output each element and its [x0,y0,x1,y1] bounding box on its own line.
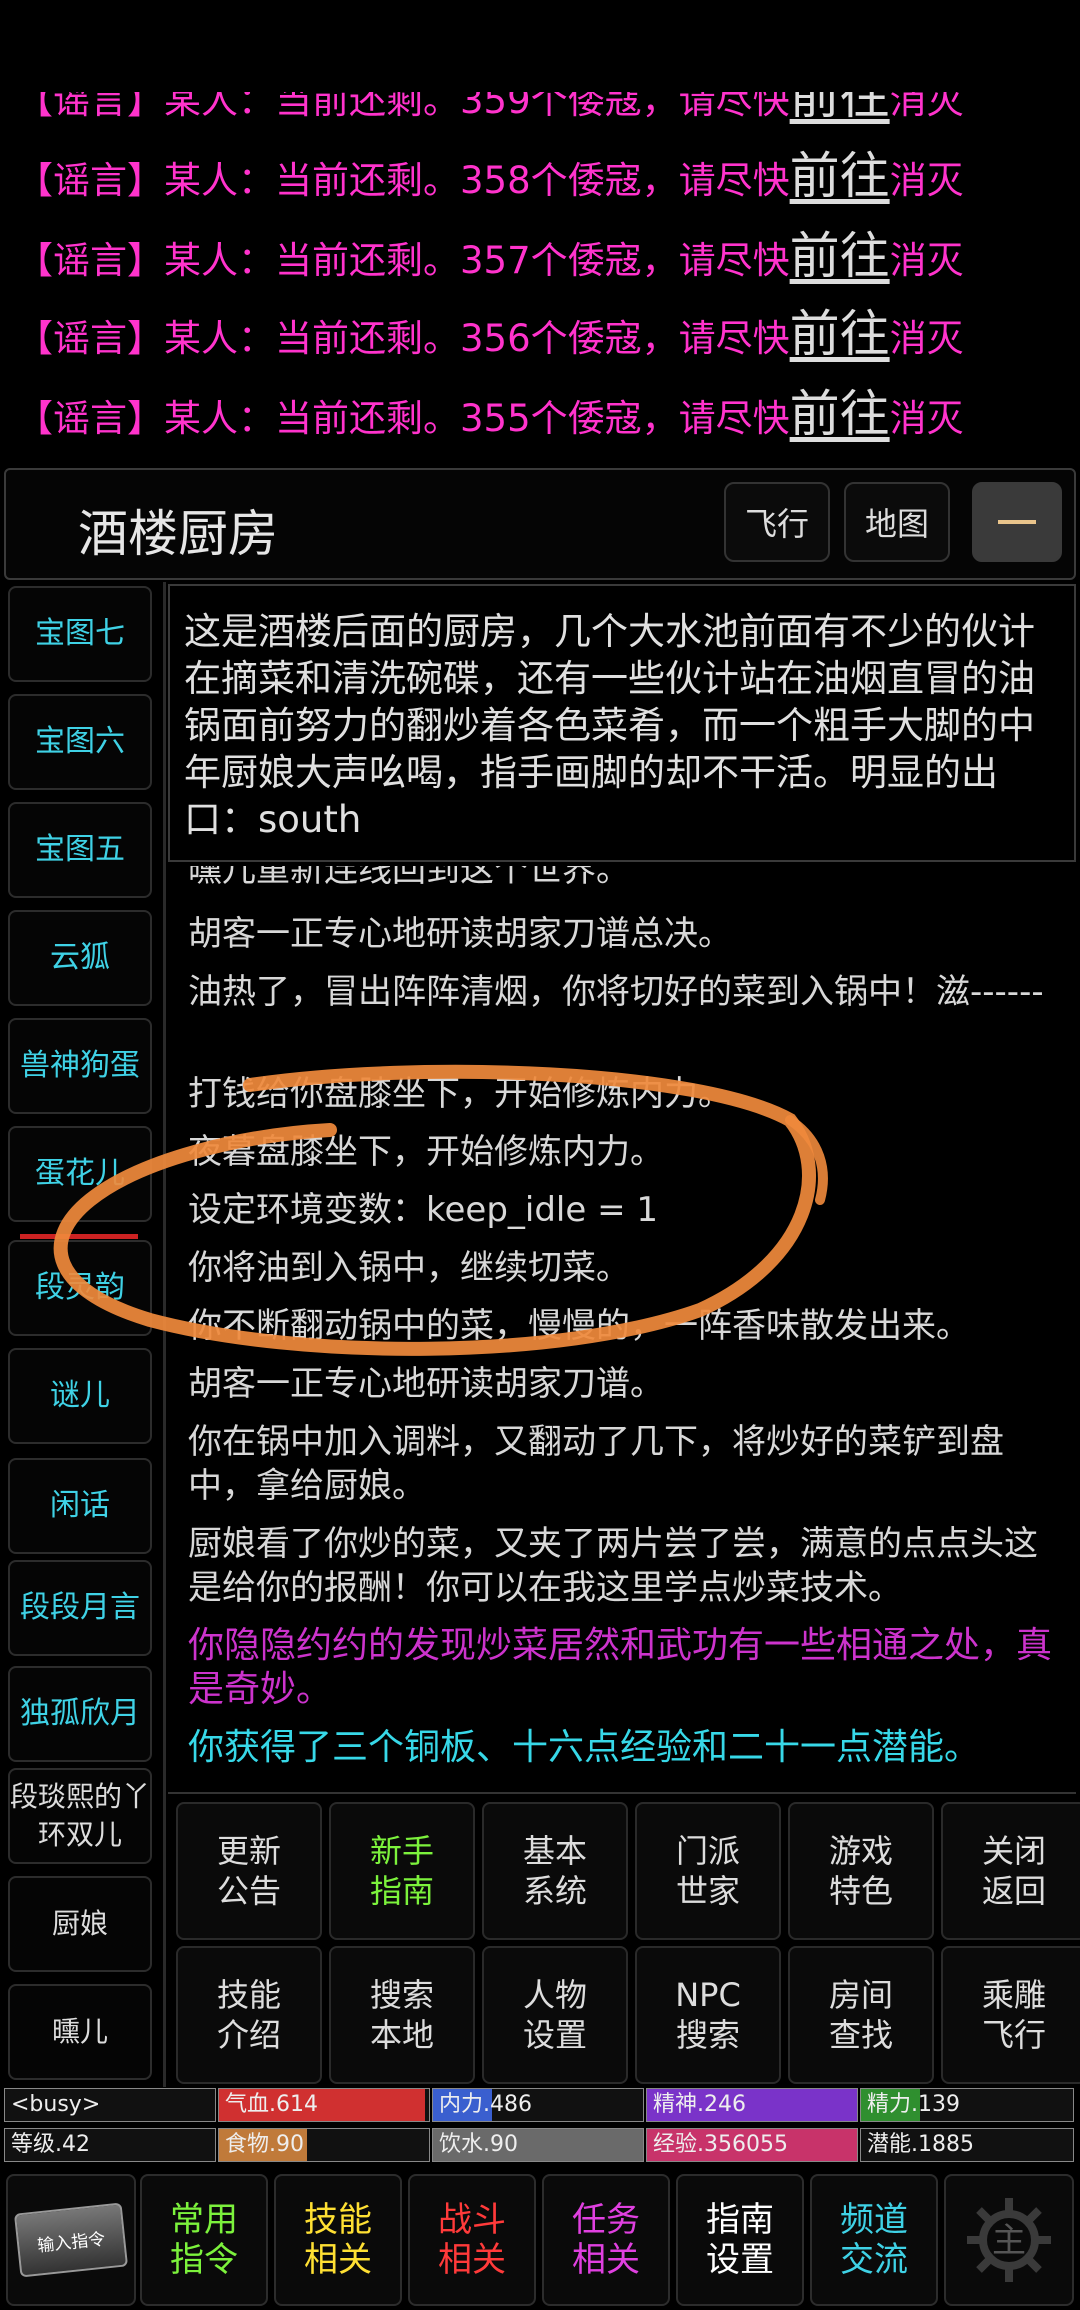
tab-channels[interactable]: 频道 交流 [810,2174,938,2306]
go-link[interactable]: 前往 [790,227,890,285]
input-command-button[interactable]: 输入指令 [6,2174,136,2306]
log-message: 你将油到入锅中，继续切菜。 [188,1248,630,1288]
menu-button[interactable]: 基本 系统 [482,1802,628,1940]
go-link[interactable]: 前往 [790,147,890,205]
sidebar-item[interactable]: 厨娘 [8,1876,152,1972]
level-status: 等级.42 [4,2128,216,2162]
tab-common-commands[interactable]: 常用 指令 [140,2174,268,2306]
food-bar: 食物.90 [218,2128,430,2162]
tab-guide-settings[interactable]: 指南 设置 [676,2174,804,2306]
rumor-line: 【谣言】某人：当前还剩。355个倭寇，请尽快前往消灭 [16,385,964,443]
room-description: 这是酒楼后面的厨房，几个大水池前面有不少的伙计在摘菜和清洗碗碟，还有一些伙计站在… [168,584,1076,862]
sidebar-item[interactable]: 段灵韵 [8,1240,152,1336]
go-link[interactable]: 前往 [790,385,890,443]
menu-button[interactable]: 房间 查找 [788,1946,934,2084]
rumor-panel: 【谣言】某人：当前还剩。359个倭寇，请尽快前往消灭 【谣言】某人：当前还剩。3… [0,92,1080,462]
log-message: 夜暮盘膝坐下，开始修炼内力。 [188,1132,664,1172]
menu-button[interactable]: 更新 公告 [176,1802,322,1940]
sidebar-item[interactable]: 宝图五 [8,802,152,898]
menu-button[interactable]: 新手 指南 [329,1802,475,1940]
menu-button[interactable]: 门派 世家 [635,1802,781,1940]
log-message: 你在锅中加入调料，又翻动了几下，将炒好的菜铲到盘中，拿给厨娘。 [188,1422,1004,1506]
gear-icon: 主 [967,2198,1051,2282]
log-message: 厨娘看了你炒的菜，又夹了两片尝了尝，满意的点点头这是给你的报酬！你可以在我这里学… [188,1524,1038,1608]
keyboard-key-icon: 输入指令 [13,2202,129,2278]
log-message: 打钱给你盘膝坐下，开始修炼内力。 [188,1074,732,1114]
log-message: 胡客一正专心地研读胡家刀谱。 [188,1364,664,1404]
log-message: 你不断翻动锅中的菜，慢慢的，一阵香味散发出来。 [188,1306,970,1346]
log-message: 曛儿重新连线回到这个世界。 [188,866,630,890]
rumor-line: 【谣言】某人：当前还剩。359个倭寇，请尽快前往消灭 [16,92,964,125]
log-message-highlight: 你隐隐约约的发现炒菜居然和武功有一些相通之处，真是奇妙。 [188,1625,1053,1710]
menu-button[interactable]: 技能 介绍 [176,1946,322,2084]
room-header: 酒楼厨房 飞行 地图 [4,468,1076,580]
log-message: 胡客一正专心地研读胡家刀谱总决。 [188,914,732,954]
sidebar-item[interactable]: 宝图六 [8,694,152,790]
selection-indicator [20,1234,138,1239]
message-log[interactable]: 曛儿重新连线回到这个世界。 胡客一正专心地研读胡家刀谱总决。 油热了，冒出阵阵清… [168,866,1076,1786]
go-link[interactable]: 前往 [790,92,890,125]
spirit-bar: 精神.246 [646,2088,858,2122]
potential-bar: 潜能.1885 [860,2128,1074,2162]
settings-button[interactable]: 主 [944,2174,1074,2306]
sidebar-item[interactable]: 闲话 [8,1458,152,1554]
exp-bar: 经验.356055 [646,2128,858,2162]
hp-bar: 气血.614 [218,2088,430,2122]
sidebar-item[interactable]: 段段月言 [8,1560,152,1656]
sidebar-item[interactable]: 宝图七 [8,586,152,682]
water-bar: 饮水.90 [432,2128,644,2162]
sidebar-item[interactable]: 曛儿 [8,1984,152,2080]
sidebar-item[interactable]: 蛋花儿 [8,1126,152,1222]
bottom-tab-bar: 输入指令 常用 指令 技能 相关 战斗 相关 任务 相关 指南 设置 频道 交流 主 [0,2166,1080,2310]
tab-quests[interactable]: 任务 相关 [542,2174,670,2306]
tab-skills[interactable]: 技能 相关 [274,2174,402,2306]
rumor-line: 【谣言】某人：当前还剩。358个倭寇，请尽快前往消灭 [16,147,964,205]
menu-button[interactable]: 人物 设置 [482,1946,628,2084]
svg-text:主: 主 [992,2221,1026,2261]
minus-icon [998,520,1036,524]
tab-combat[interactable]: 战斗 相关 [408,2174,536,2306]
rumor-line: 【谣言】某人：当前还剩。357个倭寇，请尽快前往消灭 [16,227,964,285]
room-title: 酒楼厨房 [78,505,278,563]
log-message: 油热了，冒出阵阵清烟，你将切好的菜到入锅中！滋------ [188,972,1044,1012]
sidebar-item[interactable]: 独孤欣月 [8,1666,152,1762]
menu-button[interactable]: 搜索 本地 [329,1946,475,2084]
log-message-reward: 你获得了三个铜板、十六点经验和二十一点潜能。 [188,1727,981,1768]
menu-button[interactable]: NPC 搜索 [635,1946,781,2084]
menu-grid: 更新 公告 新手 指南 基本 系统 门派 世家 游戏 特色 关闭 返回 技能 介绍 搜索 本地 … [168,1792,1080,2084]
sidebar-divider [163,582,166,2087]
neili-bar: 内力.486 [432,2088,644,2122]
map-button[interactable]: 地图 [844,482,950,562]
energy-bar: 精力.139 [860,2088,1074,2122]
go-link[interactable]: 前往 [790,305,890,363]
close-return-button[interactable]: 关闭 返回 [941,1802,1080,1940]
sidebar-item[interactable]: 谜儿 [8,1348,152,1444]
menu-button[interactable]: 乘雕 飞行 [941,1946,1080,2084]
fly-button[interactable]: 飞行 [724,482,830,562]
sidebar-item[interactable]: 云狐 [8,910,152,1006]
menu-button[interactable]: 游戏 特色 [788,1802,934,1940]
busy-status: <busy> [4,2088,216,2122]
npc-sidebar: 宝图七 宝图六 宝图五 云狐 兽神狗蛋 蛋花儿 段灵韵 谜儿 闲话 段段月言 独… [0,582,160,2090]
minimize-button[interactable] [972,482,1062,562]
sidebar-item[interactable]: 段琰熙的丫环双儿 [8,1768,152,1864]
log-message: 设定环境变数：keep_idle = 1 [188,1190,659,1230]
rumor-line: 【谣言】某人：当前还剩。356个倭寇，请尽快前往消灭 [16,305,964,363]
sidebar-item[interactable]: 兽神狗蛋 [8,1018,152,1114]
